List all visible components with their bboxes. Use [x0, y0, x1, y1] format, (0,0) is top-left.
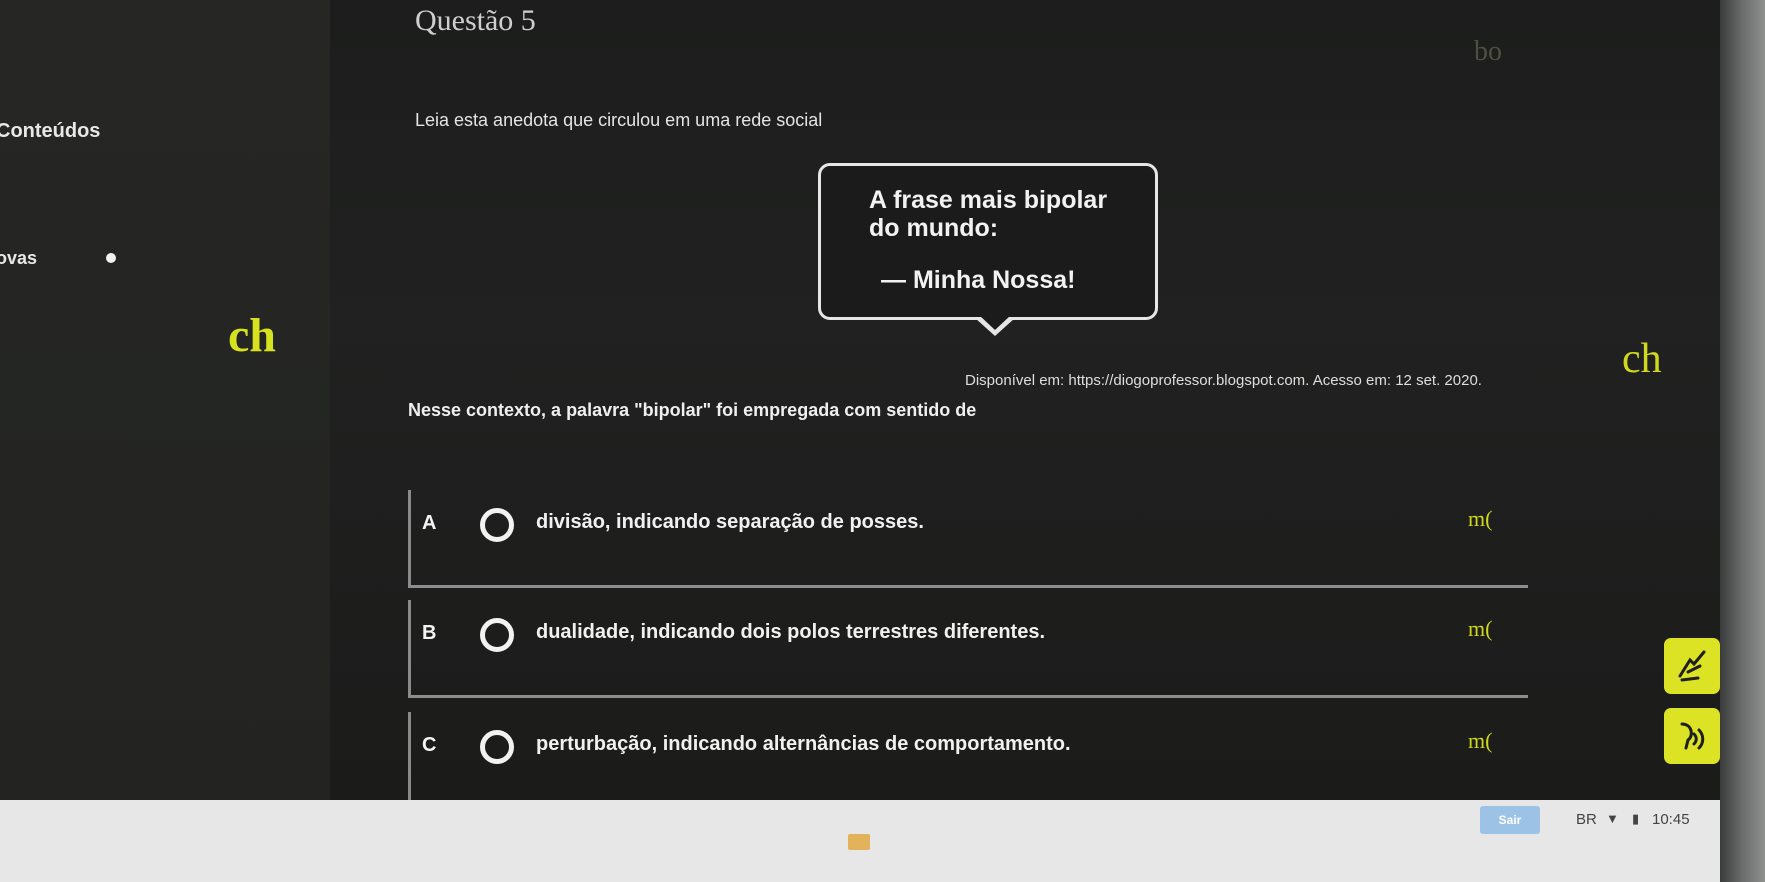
audio-speak-icon: [1680, 722, 1705, 750]
overlay-mark-right: ch: [1622, 336, 1662, 382]
sign-language-icon: [1678, 650, 1706, 682]
radio-button[interactable]: [480, 508, 514, 542]
option-letter: B: [422, 622, 437, 644]
sidebar-item-conteudos[interactable]: Conteúdos: [0, 120, 100, 143]
language-indicator[interactable]: BR: [1576, 811, 1597, 828]
speech-bubble: A frase mais bipolar do mundo: — Minha N…: [818, 163, 1158, 320]
radio-button[interactable]: [480, 730, 514, 764]
audio-button[interactable]: [1664, 708, 1720, 764]
wifi-icon[interactable]: ▼: [1606, 811, 1619, 826]
option-mark: m(: [1468, 728, 1493, 753]
option-mark: m(: [1468, 506, 1493, 531]
speech-bubble-tail-inner: [979, 315, 1011, 330]
question-title: Questão 5: [415, 4, 536, 37]
option-divider: [408, 695, 1528, 698]
battery-icon[interactable]: ▮: [1632, 811, 1639, 827]
clock[interactable]: 10:45: [1652, 811, 1690, 828]
sidebar-bullet-dot: [106, 253, 116, 263]
option-b[interactable]: B dualidade, indicando dois polos terres…: [408, 600, 1528, 698]
sidebar: Conteúdos ovas: [0, 0, 330, 800]
option-divider: [408, 585, 1528, 588]
option-bar: [408, 712, 411, 800]
exam-screen: Conteúdos ovas Questão 5 bo Leia esta an…: [0, 0, 1720, 800]
option-text: dualidade, indicando dois polos terrestr…: [536, 621, 1046, 643]
option-text: divisão, indicando separação de posses.: [536, 511, 924, 533]
monitor-bezel: [1720, 0, 1765, 882]
radio-button[interactable]: [480, 618, 514, 652]
question-prompt: Nesse contexto, a palavra "bipolar" foi …: [408, 400, 977, 420]
option-a[interactable]: A divisão, indicando separação de posses…: [408, 490, 1528, 588]
exit-button[interactable]: Sair: [1480, 806, 1540, 834]
source-citation: Disponível em: https://diogoprofessor.bl…: [965, 372, 1482, 389]
option-text: perturbação, indicando alternâncias de c…: [536, 733, 1071, 755]
question-intro: Leia esta anedota que circulou em uma re…: [415, 110, 823, 130]
sign-language-button[interactable]: [1664, 638, 1720, 694]
overlay-mark-left: ch: [228, 309, 276, 362]
option-mark: m(: [1468, 616, 1493, 641]
option-bar: [408, 600, 411, 698]
sidebar-item-provas[interactable]: ovas: [0, 248, 37, 269]
bubble-line-1: A frase mais bipolar: [869, 186, 1108, 214]
overlay-mark-top-right: bo: [1474, 36, 1502, 67]
option-c[interactable]: C perturbação, indicando alternâncias de…: [408, 712, 1528, 800]
option-bar: [408, 490, 411, 588]
option-letter: C: [422, 734, 437, 756]
bubble-line-2: do mundo:: [869, 214, 999, 242]
option-letter: A: [422, 512, 437, 534]
folder-icon[interactable]: [848, 834, 870, 850]
bubble-line-3: — Minha Nossa!: [881, 266, 1076, 294]
